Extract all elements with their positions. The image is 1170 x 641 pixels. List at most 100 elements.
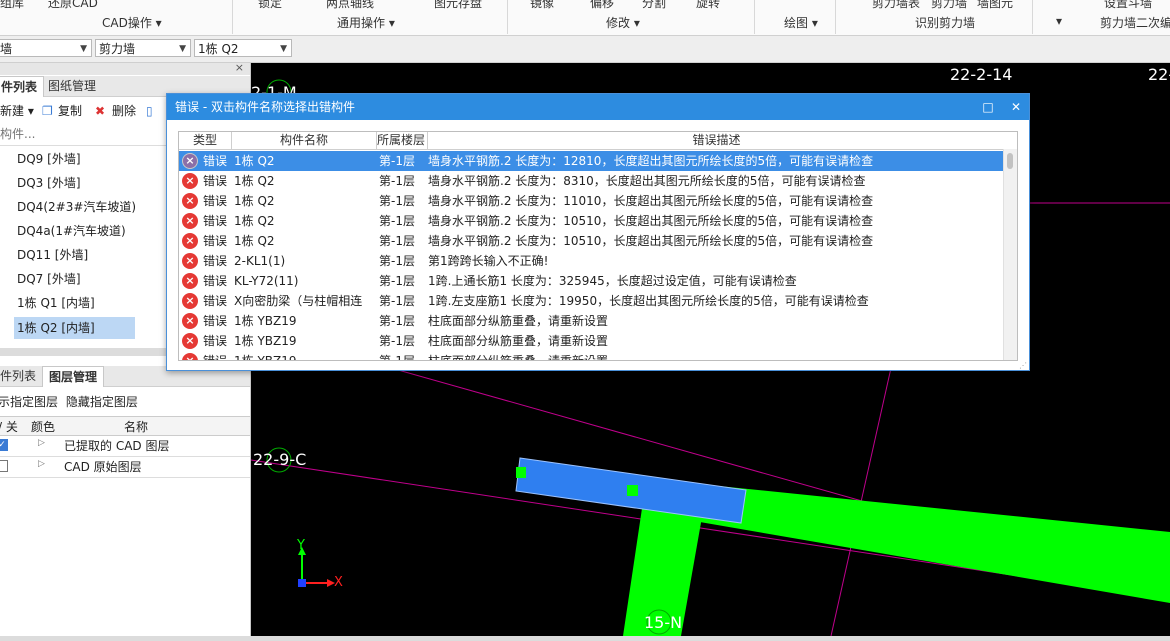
cell-description: 墙身水平钢筋.2 长度为：8310，长度超出其图元所绘长度的5倍，可能有误请检查 [428, 174, 866, 188]
grip-point [627, 485, 638, 496]
expand-arrow-icon[interactable]: ▷ [38, 438, 45, 448]
ribbon-btn-shear-wall[interactable]: 剪力墙 [931, 0, 967, 11]
ribbon-divider [835, 0, 836, 34]
checkbox-unchecked[interactable] [0, 460, 8, 472]
maximize-icon[interactable]: □ [977, 94, 999, 120]
cell-floor: 第-1层 [379, 154, 415, 168]
vertical-scrollbar[interactable] [1003, 149, 1017, 360]
cell-component-name: 1栋 Q2 [234, 154, 275, 168]
ribbon-group-draw[interactable]: 绘图 ▾ [784, 14, 818, 31]
ribbon-btn-restore-cad[interactable]: 还原CAD [48, 0, 98, 11]
show-layer-button[interactable]: 示指定图层 [0, 395, 58, 409]
expand-arrow-icon[interactable]: ▷ [38, 459, 45, 469]
ribbon-btn-shear-wall-table[interactable]: 剪力墙表 [872, 0, 920, 11]
tab-drawing-management[interactable]: 图纸管理 [42, 76, 102, 96]
close-icon[interactable]: ✕ [1005, 94, 1027, 120]
cell-floor: 第-1层 [379, 294, 415, 308]
tab-layer-management[interactable]: 图层管理 [42, 366, 105, 387]
ribbon-btn-set-wall[interactable]: 设置斗墙 [1104, 0, 1152, 11]
ribbon-group-identify-wall: 识别剪力墙 [915, 16, 976, 30]
table-row[interactable]: × 错误 X向密肋梁（与柱帽相连 第-1层 1跨.左支座筋1 长度为：19950，长度超… [179, 291, 1003, 311]
dialog-title-bar[interactable]: 错误 - 双击构件名称选择出错构件 □ ✕ [167, 94, 1029, 120]
component-search-input[interactable] [0, 124, 160, 144]
ribbon-btn-lock[interactable]: 锁定 [258, 0, 282, 11]
table-row[interactable]: × 错误 2-KL1(1) 第-1层 第1跨跨长输入不正确! [179, 251, 1003, 271]
status-bar [0, 636, 1170, 641]
cell-floor: 第-1层 [379, 314, 415, 328]
table-row[interactable]: × 错误 1栋 Q2 第-1层 墙身水平钢筋.2 长度为：10510，长度超出其图元所绘… [179, 211, 1003, 231]
column-header-floor[interactable]: 所属楼层 [376, 132, 427, 150]
layer-row[interactable]: ✓ ▷ 已提取的 CAD 图层 [0, 436, 250, 457]
ribbon-btn-mirror[interactable]: 镜像 [530, 0, 554, 11]
cell-floor: 第-1层 [379, 334, 415, 348]
component-select[interactable]: 1栋 Q2 ▼ [194, 39, 292, 57]
tab-component-list-2[interactable]: 件列表 [0, 366, 42, 386]
resize-grip-icon[interactable]: ⋰ [1019, 361, 1027, 370]
layer-name: CAD 原始图层 [64, 460, 142, 474]
column-header-name[interactable]: 构件名称 [231, 132, 376, 150]
new-button[interactable]: 新建 ▾ [0, 100, 34, 122]
category-select[interactable]: 墙 ▼ [0, 39, 92, 57]
selector-bar: 墙 ▼ 剪力墙 ▼ 1栋 Q2 ▼ [0, 36, 1170, 63]
list-item[interactable]: DQ4(2#3#汽车坡道) [17, 196, 136, 218]
ucs-origin [298, 579, 306, 587]
cell-floor: 第-1层 [379, 254, 415, 268]
ribbon-dropdown-arrow[interactable]: ▾ [1056, 14, 1062, 28]
layer-table-header: / 关 颜色 名称 [0, 416, 250, 436]
ribbon-group-cad[interactable]: CAD操作 ▾ [102, 14, 162, 31]
tab-component-list[interactable]: 件列表 [0, 76, 45, 97]
ribbon-group-general[interactable]: 通用操作 ▾ [337, 14, 395, 31]
list-item[interactable]: DQ11 [外墙] [17, 244, 88, 266]
list-item[interactable]: DQ7 [外墙] [17, 268, 81, 290]
cell-component-name: 1栋 Q2 [234, 194, 275, 208]
table-row[interactable]: × 错误 1栋 YBZ19 第-1层 柱底面部分纵筋重叠，请重新设置 [179, 311, 1003, 331]
cell-component-name: 1栋 Q2 [234, 234, 275, 248]
ribbon-divider [232, 0, 233, 34]
ribbon-btn-wall-element[interactable]: 墙图元 [977, 0, 1013, 11]
axis-label: 22-9-C [253, 450, 307, 469]
ribbon-btn-library[interactable]: 组库 [0, 0, 24, 11]
table-row[interactable]: × 错误 1栋 YBZ19 第-1层 柱底面部分纵筋重叠，请重新设置 [179, 351, 1003, 360]
list-item[interactable]: DQ4a(1#汽车坡道) [17, 220, 126, 242]
ribbon-btn-two-point-axis[interactable]: 两点轴线 [326, 0, 374, 11]
table-row[interactable]: × 错误 KL-Y72(11) 第-1层 1跨.上通长筋1 长度为：325945，长度超… [179, 271, 1003, 291]
cell-description: 1跨.左支座筋1 长度为：19950，长度超出其图元所绘长度的5倍，可能有误请检… [428, 294, 869, 308]
column-header-type[interactable]: 类型 [179, 132, 231, 150]
close-icon[interactable]: × [235, 63, 244, 74]
cell-type: 错误 [203, 234, 228, 248]
table-row[interactable]: × 错误 1栋 YBZ19 第-1层 柱底面部分纵筋重叠，请重新设置 [179, 331, 1003, 351]
delete-button[interactable]: 删除 [112, 100, 136, 122]
layer-row[interactable]: ▷ CAD 原始图层 [0, 457, 250, 478]
cell-description: 1跨.上通长筋1 长度为：325945，长度超过设定值，可能有误请检查 [428, 274, 797, 288]
ribbon-btn-offset[interactable]: 偏移 [590, 0, 614, 11]
column-header-description[interactable]: 错误描述 [427, 132, 1005, 150]
more-icon[interactable]: ▯ [146, 100, 153, 122]
list-item[interactable]: DQ9 [外墙] [17, 148, 81, 170]
hide-layer-button[interactable]: 隐藏指定图层 [66, 395, 138, 409]
cell-description: 墙身水平钢筋.2 长度为：12810，长度超出其图元所绘长度的5倍，可能有误请检… [428, 154, 874, 168]
cell-component-name: 1栋 Q2 [234, 174, 275, 188]
table-row[interactable]: × 错误 1栋 Q2 第-1层 墙身水平钢筋.2 长度为：11010，长度超出其图元所绘… [179, 191, 1003, 211]
ribbon-group-modify[interactable]: 修改 ▾ [606, 14, 640, 31]
cell-description: 第1跨跨长输入不正确! [428, 254, 549, 268]
ribbon-btn-save-element[interactable]: 图元存盘 [434, 0, 482, 11]
axis-label: 22- [1148, 65, 1170, 84]
ribbon-toolbar: 组库 还原CAD 锁定 两点轴线 图元存盘 镜像 偏移 分割 旋转 剪力墙表 剪… [0, 0, 1170, 36]
list-item-selected[interactable]: 1栋 Q2 [内墙] [14, 317, 135, 339]
dialog-title: 错误 - 双击构件名称选择出错构件 [175, 100, 355, 114]
checkbox-checked[interactable]: ✓ [0, 439, 8, 451]
table-row[interactable]: × 错误 1栋 Q2 第-1层 墙身水平钢筋.2 长度为：8310，长度超出其图元所绘长… [179, 171, 1003, 191]
scrollbar-thumb[interactable] [1007, 153, 1013, 169]
ribbon-btn-rotate[interactable]: 旋转 [696, 0, 720, 11]
list-item[interactable]: 1栋 Q1 [内墙] [17, 292, 95, 314]
table-row-selected[interactable]: × 错误 1栋 Q2 第-1层 墙身水平钢筋.2 长度为：12810，长度超出其图元所绘… [179, 151, 1003, 171]
type-select[interactable]: 剪力墙 ▼ [95, 39, 191, 57]
col-on-off: / 关 [0, 420, 18, 434]
error-icon: × [182, 233, 198, 249]
ribbon-btn-split[interactable]: 分割 [642, 0, 666, 11]
cell-component-name: 1栋 YBZ19 [234, 334, 297, 348]
list-item[interactable]: DQ3 [外墙] [17, 172, 81, 194]
copy-button[interactable]: 复制 [58, 100, 82, 122]
table-row[interactable]: × 错误 1栋 Q2 第-1层 墙身水平钢筋.2 长度为：10510，长度超出其图元所绘… [179, 231, 1003, 251]
chevron-down-icon: ▼ [280, 44, 287, 54]
